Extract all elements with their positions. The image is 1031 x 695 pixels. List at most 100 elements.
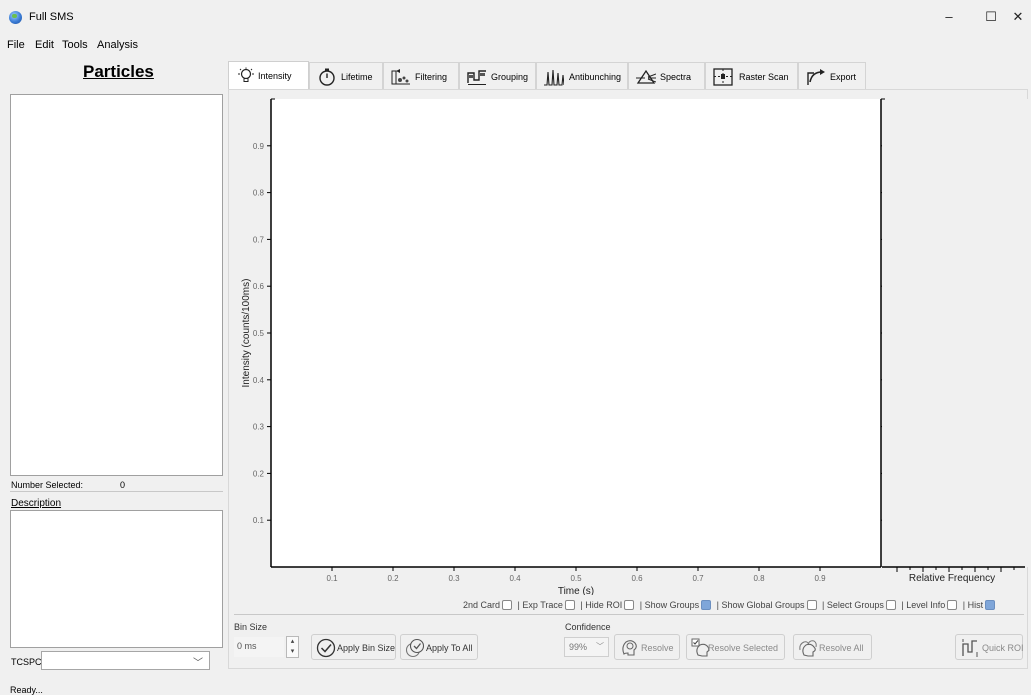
x-tick-label: 0.3 [448,574,460,583]
description-text-area[interactable] [10,510,223,648]
menu-analysis[interactable]: Analysis [97,39,138,51]
maximize-button[interactable]: ☐ [978,6,1004,28]
confidence-label: Confidence [565,622,611,632]
option-label: 2nd Card [463,600,501,610]
option-separator: | [819,600,827,610]
tab-antibunching[interactable]: Antibunching [536,62,628,90]
window-title: Full SMS [29,11,74,23]
tcspc-card-select[interactable]: ﹀ [41,651,210,670]
spin-up-icon[interactable]: ▴ [287,637,298,647]
y-tick-label: 0.6 [253,282,265,291]
chevron-down-icon: ﹀ [596,642,604,651]
option-separator: | [960,600,968,610]
tab-lifetime[interactable]: Lifetime [309,62,383,90]
bin-size-spinner[interactable]: ▴ ▾ [286,636,299,658]
option-checkbox[interactable] [502,600,513,610]
brain-multi-icon [799,640,817,657]
left-divider [10,491,223,492]
resolve-all-button[interactable]: Resolve All [793,634,872,660]
option-checkbox[interactable] [947,600,958,610]
x-tick-label: 0.6 [631,574,643,583]
option-label: Show Groups [644,600,700,610]
tab-raster-scan[interactable]: Raster Scan [705,62,798,90]
spin-down-icon[interactable]: ▾ [287,647,298,657]
menu-edit[interactable]: Edit [35,39,54,51]
roi-icon [962,639,978,657]
title-bar: Full SMS – ☐ ✕ [0,0,1031,36]
menu-tools[interactable]: Tools [62,39,88,51]
tab-export-label: Export [830,72,857,82]
quick-roi-button[interactable]: Quick ROI [955,634,1024,660]
close-button[interactable]: ✕ [1005,6,1031,28]
resolve-selected-button[interactable]: Resolve Selected [686,634,785,660]
tab-grouping-label: Grouping [491,72,529,82]
particles-tree[interactable] [10,94,223,476]
multi-check-icon [405,638,425,658]
option-checkbox[interactable] [985,600,996,610]
intensity-panel: 0.1 0.2 0.3 0.4 0.5 0.6 0.7 0.8 0.9 0.1 0.2 0.3 0.4… [228,89,1028,669]
peaks-icon [544,69,564,86]
histogram-background [882,99,1028,567]
apply-to-all-button[interactable]: Apply To All [400,634,478,660]
option-separator: | [637,600,645,610]
x-axis-label: Time (s) [558,586,594,595]
option-label: Select Groups [826,600,884,610]
particles-heading: Particles [83,62,154,81]
y-tick-label: 0.7 [253,235,265,244]
intensity-plot[interactable]: 0.1 0.2 0.3 0.4 0.5 0.6 0.7 0.8 0.9 0.1 0.2 0.3 0.4… [229,90,1029,595]
y-tick-label: 0.4 [253,376,265,385]
number-selected-value: 0 [120,480,126,490]
prism-icon [636,69,656,84]
tab-intensity[interactable]: Intensity [228,61,309,90]
x-tick-label: 0.7 [692,574,704,583]
raster-icon [713,68,733,86]
tab-spectra-label: Spectra [660,72,692,82]
x-tick-label: 0.1 [326,574,338,583]
y-tick-label: 0.8 [253,189,265,198]
stopwatch-icon [319,68,335,86]
grouping-icon [467,70,486,85]
y-axis-label: Intensity (counts/100ms) [241,279,252,388]
x-tick-label: 0.9 [814,574,826,583]
controls-divider [234,614,1024,615]
quick-roi-label: Quick ROI [982,643,1024,653]
bin-size-label: Bin Size [234,622,268,632]
status-bar: Ready... [10,685,43,695]
tab-antibunching-label: Antibunching [569,72,622,82]
resolve-button[interactable]: Resolve [614,634,680,660]
brain-icon [622,640,637,656]
confidence-value: 99% [569,642,588,652]
option-checkbox[interactable] [885,600,896,610]
tab-spectra[interactable]: Spectra [628,62,705,90]
option-checkbox[interactable] [701,600,712,610]
y-tick-label: 0.9 [253,142,265,151]
filter-icon [391,69,410,85]
chevron-down-icon: ﹀ [193,658,203,669]
y-tick-label: 0.2 [253,469,265,478]
menu-file[interactable]: File [7,39,25,51]
option-checkbox[interactable] [806,600,817,610]
option-checkbox[interactable] [624,600,635,610]
x-tick-label: 0.4 [509,574,521,583]
tab-filtering-label: Filtering [415,72,448,82]
bin-size-input[interactable]: 0 ms [234,637,284,657]
number-selected-label: Number Selected: [11,480,84,490]
option-label: Hide ROI [585,600,623,610]
tab-filtering[interactable]: Filtering [383,62,459,90]
tab-export[interactable]: Export [798,62,866,90]
description-label: Description [11,498,62,509]
apply-bin-size-label: Apply Bin Size [337,643,396,653]
confidence-select[interactable]: 99% ﹀ [564,637,609,657]
tab-grouping[interactable]: Grouping [459,62,536,90]
option-label: Hist [967,600,984,610]
bulb-icon [238,67,254,82]
minimize-button[interactable]: – [936,6,962,28]
check-circle-icon [316,638,336,658]
apply-bin-size-button[interactable]: Apply Bin Size [311,634,396,660]
tab-raster-scan-label: Raster Scan [739,72,789,82]
option-checkbox[interactable] [564,600,575,610]
tab-intensity-label: Intensity [258,71,292,81]
display-options-row: 2nd Card | Exp Trace | Hide ROI | Show G… [463,600,998,610]
resolve-label: Resolve [641,643,674,653]
y-tick-label: 0.3 [253,423,265,432]
